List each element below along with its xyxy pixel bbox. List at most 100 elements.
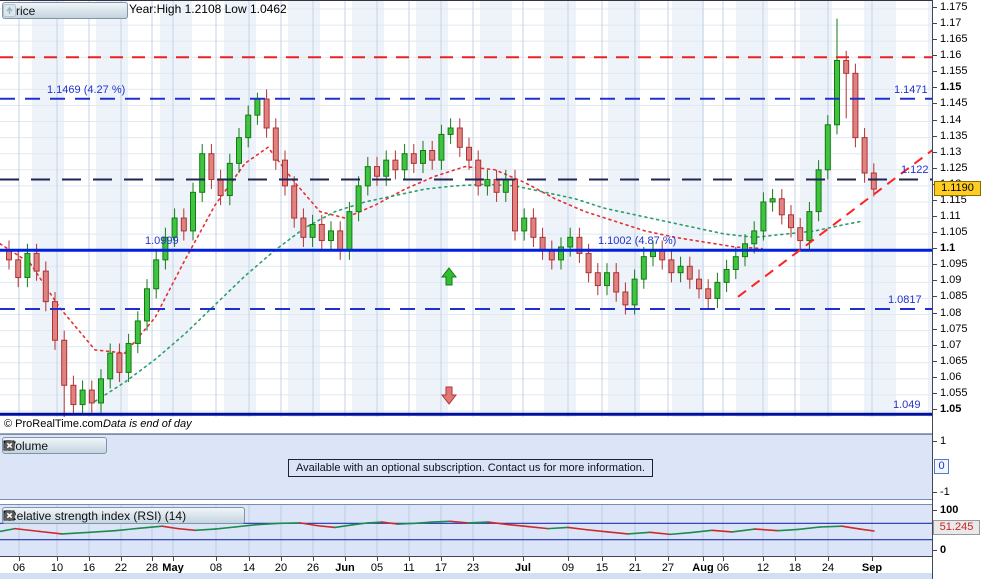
level-label: 1.1002 (4.87 %) (598, 235, 677, 248)
time-axis-tick (409, 557, 410, 561)
time-axis-tick (441, 557, 442, 561)
level-label: 1.049 (893, 399, 921, 412)
time-axis-tick (19, 557, 20, 561)
rsi-axis-label: 0 (940, 544, 947, 556)
axis-tick (933, 119, 937, 121)
close-icon[interactable] (4, 4, 88, 17)
level-label: 1.0999 (145, 235, 179, 248)
price-axis-column[interactable]: 1.175 1.17 1.165 1.16 1.155 1.15 1.145 1.14 1.13… (932, 0, 983, 579)
price-axis-label: 1.165 (940, 33, 968, 46)
price-panel-header: Price (2, 2, 129, 19)
time-axis-tick (281, 557, 282, 561)
axis-tick (933, 492, 937, 493)
axis-tick (933, 216, 937, 218)
axis-tick (933, 510, 937, 511)
wrench-icon[interactable] (4, 4, 54, 17)
time-axis-tick (723, 557, 724, 561)
axis-tick (933, 87, 937, 89)
axis-tick (933, 328, 937, 330)
axis-tick (933, 441, 937, 442)
time-axis-footer (0, 573, 983, 579)
price-axis-label: 1.11 (940, 210, 961, 223)
axis-tick (933, 296, 937, 298)
price-axis-label: 1.1 (940, 242, 956, 255)
price-axis-label: 1.055 (940, 386, 968, 399)
close-icon[interactable] (4, 509, 239, 522)
axis-tick (933, 151, 937, 153)
volume-axis-label: 1 (940, 435, 947, 447)
axis-tick (933, 199, 937, 201)
move-panel-up-icon[interactable] (3, 4, 122, 17)
price-axis-label: 1.175 (940, 1, 968, 13)
axis-tick (933, 264, 937, 266)
axis-tick (933, 167, 937, 169)
time-axis-tick (121, 557, 122, 561)
price-axis-label: 1.16 (940, 49, 962, 62)
window-icon[interactable] (3, 439, 84, 452)
time-axis-tick (473, 557, 474, 561)
level-label: 1.122 (901, 164, 929, 177)
price-axis-label: 1.135 (940, 129, 968, 142)
axis-tick (933, 232, 937, 234)
copyright-label: © ProRealTime.com (4, 418, 103, 430)
data-note-label: Data is end of day (103, 418, 192, 430)
rsi-axis-label: 100 (940, 504, 959, 516)
axis-tick (933, 409, 937, 410)
time-axis-tick (523, 557, 524, 561)
price-axis-label: 1.075 (940, 322, 968, 335)
axis-tick (933, 71, 937, 73)
axis-tick (933, 344, 937, 346)
time-axis-tick (763, 557, 764, 561)
move-panel-down-icon[interactable] (3, 4, 105, 17)
level-label: 1.1471 (894, 83, 928, 96)
price-panel (0, 0, 932, 418)
price-axis-label: 1.14 (940, 113, 962, 126)
wrench-icon[interactable] (4, 439, 67, 452)
axis-tick (933, 55, 937, 57)
axis-tick (933, 550, 937, 551)
axis-tick (933, 39, 937, 41)
close-icon[interactable] (4, 439, 101, 452)
price-axis-label: 1.05 (940, 403, 962, 415)
axis-tick (933, 135, 937, 137)
year-range-label: Year:High 1.2108 Low 1.0462 (129, 2, 287, 16)
axis-tick (933, 312, 937, 314)
volume-value-badge: 0 (934, 459, 949, 474)
price-axis-label: 1.065 (940, 354, 968, 367)
price-axis-label: 1.06 (940, 370, 962, 383)
time-axis-tick (795, 557, 796, 561)
axis-tick (933, 248, 937, 250)
axis-tick (933, 103, 937, 105)
price-chart[interactable] (0, 1, 932, 418)
last-price-badge: 1.1190 (934, 181, 981, 197)
axis-tick (933, 360, 937, 362)
time-axis-tick (89, 557, 90, 561)
price-axis-label: 1.145 (940, 97, 968, 110)
copyright-strip: © ProRealTime.com Data is end of day (0, 417, 932, 434)
axis-tick (933, 7, 937, 8)
axis-tick (933, 280, 937, 282)
axis-tick (933, 376, 937, 378)
price-axis-label: 1.13 (940, 145, 962, 158)
time-axis-tick (173, 557, 174, 561)
window-icon[interactable] (3, 4, 71, 17)
price-axis-label: 1.125 (940, 161, 968, 174)
subscription-message[interactable]: Available with an optional subscription.… (288, 459, 653, 477)
price-axis-label: 1.09 (940, 274, 962, 287)
level-label: 1.0817 (888, 294, 922, 307)
price-axis-label: 1.17 (940, 17, 962, 30)
price-axis-label: 1.085 (940, 290, 968, 303)
price-axis-label: 1.07 (940, 338, 962, 351)
rsi-panel-header: Relative strength index (RSI) (14) (2, 507, 246, 524)
time-axis-tick (377, 557, 378, 561)
time-axis-tick (216, 557, 217, 561)
time-axis-tick (249, 557, 250, 561)
level-label: 1.1469 (4.27 %) (47, 83, 126, 96)
window-icon[interactable] (3, 509, 222, 522)
time-axis-tick (668, 557, 669, 561)
volume-axis-label: -1 (940, 486, 950, 498)
time-axis-tick (57, 557, 58, 561)
time-axis-tick (568, 557, 569, 561)
time-axis-tick (828, 557, 829, 561)
wrench-icon[interactable] (4, 509, 205, 522)
